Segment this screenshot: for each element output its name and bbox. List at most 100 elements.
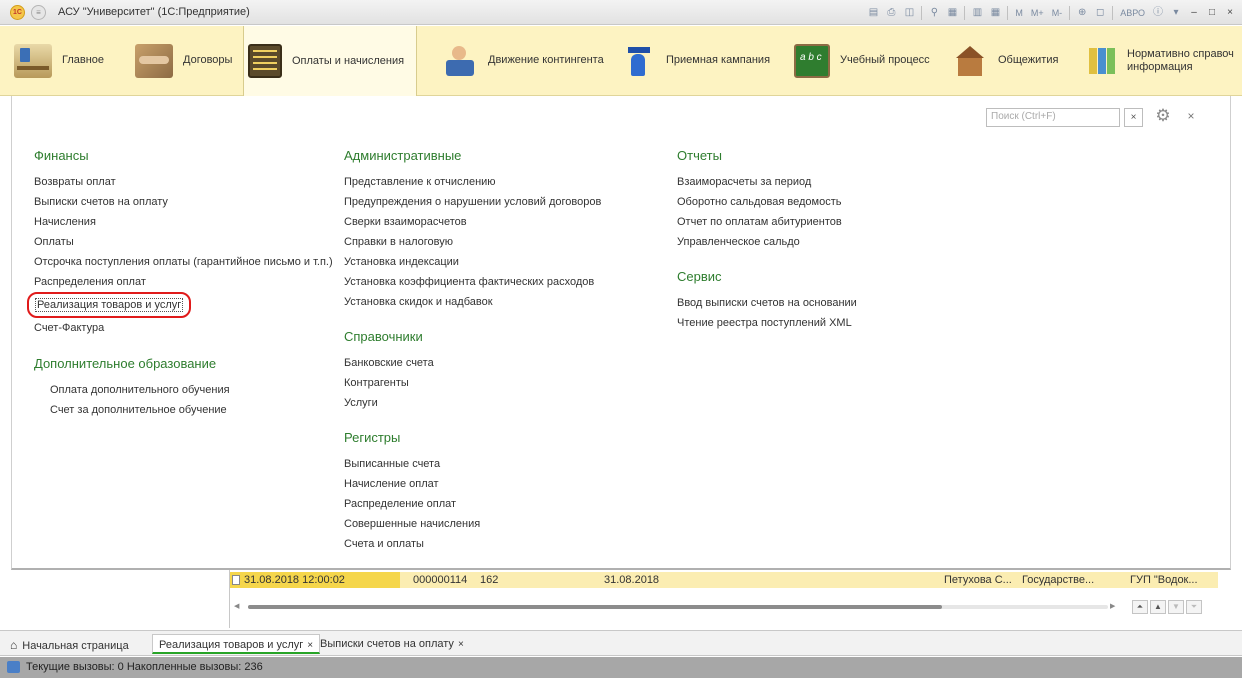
link-tax-certificates[interactable]: Справки в налоговую: [328, 232, 601, 252]
link-services[interactable]: Услуги: [328, 393, 601, 413]
search-input[interactable]: Поиск (Ctrl+F): [986, 108, 1120, 127]
close-tab-icon[interactable]: ×: [307, 640, 313, 651]
cell-number: 000000114: [413, 574, 468, 586]
link-completed-accruals[interactable]: Совершенные начисления: [328, 514, 601, 534]
extra-education-list: Оплата дополнительного обучения Счет за …: [34, 380, 333, 420]
table-icon[interactable]: ▥: [969, 5, 985, 21]
memory-plus-button[interactable]: M+: [1028, 5, 1047, 21]
binders-icon: [1087, 44, 1117, 78]
link-payments[interactable]: Оплаты: [34, 232, 333, 252]
close-tab-icon[interactable]: ×: [458, 639, 464, 650]
dropdown-icon[interactable]: ▾: [1168, 5, 1184, 21]
scroll-left-icon[interactable]: ◀: [234, 602, 239, 610]
cell-type: Государстве...: [1022, 574, 1095, 586]
memory-minus-button[interactable]: M-: [1049, 5, 1066, 21]
tab-home[interactable]: ⌂ Начальная страница: [10, 634, 129, 654]
group-title-service: Сервис: [677, 269, 722, 284]
link-payment-distribution[interactable]: Распределения оплат: [34, 272, 333, 292]
titlebar-toolbar: ▤ ⎙ ◫ ⚲ ▦ ▥ ▦ M M+ M- ⊕ ◻ АВРО ⓘ ▾ – □ ×: [865, 4, 1238, 21]
link-reconciliation[interactable]: Сверки взаиморасчетов: [328, 212, 601, 232]
link-issued-invoices[interactable]: Выписанные счета: [328, 454, 601, 474]
next-row-icon[interactable]: ▼: [1168, 600, 1184, 614]
print-icon[interactable]: ⎙: [883, 5, 899, 21]
last-row-icon[interactable]: ⏷: [1186, 600, 1202, 614]
section-reference[interactable]: Нормативно справоч информация: [1087, 26, 1234, 95]
app-logo-icon[interactable]: 1С: [10, 5, 25, 20]
reports-list: Взаиморасчеты за период Оборотно сальдов…: [661, 172, 857, 252]
graduates-icon: [622, 44, 656, 78]
cell-org: ГУП "Водок...: [1130, 574, 1198, 586]
window-icon[interactable]: ◻: [1092, 5, 1108, 21]
calc-icon[interactable]: ▦: [987, 5, 1003, 21]
link-icon[interactable]: ⚲: [926, 5, 942, 21]
close-window-icon[interactable]: ×: [1222, 5, 1238, 21]
link-counterparties[interactable]: Контрагенты: [328, 373, 601, 393]
link-warnings[interactable]: Предупреждения о нарушении условий догов…: [328, 192, 601, 212]
document-icon: [232, 575, 240, 585]
first-row-icon[interactable]: ⏶: [1132, 600, 1148, 614]
horizontal-scrollbar[interactable]: ◀ ▶: [234, 602, 1115, 612]
link-turnover-balance[interactable]: Оборотно сальдовая ведомость: [661, 192, 857, 212]
link-expulsion[interactable]: Представление к отчислению: [328, 172, 601, 192]
references-list: Банковские счета Контрагенты Услуги: [328, 353, 601, 413]
link-discounts[interactable]: Установка скидок и надбавок: [328, 292, 601, 312]
memory-m-button[interactable]: M: [1012, 5, 1026, 21]
doc-icon[interactable]: ▦: [944, 5, 960, 21]
save-icon[interactable]: ▤: [865, 5, 881, 21]
section-education[interactable]: a b c Учебный процесс: [794, 26, 930, 95]
minimize-icon[interactable]: –: [1186, 5, 1202, 21]
section-main[interactable]: Главное: [14, 26, 104, 95]
user-button[interactable]: АВРО: [1117, 5, 1148, 21]
link-invoices[interactable]: Выписки счетов на оплату: [34, 192, 333, 212]
link-bank-accounts[interactable]: Банковские счета: [328, 353, 601, 373]
registers-list: Выписанные счета Начисление оплат Распре…: [328, 454, 601, 554]
section-payments[interactable]: Оплаты и начисления: [243, 26, 418, 96]
open-windows-bar: ⌂ Начальная страница Реализация товаров и…: [0, 630, 1242, 656]
link-applicant-payments[interactable]: Отчет по оплатам абитуриентов: [661, 212, 857, 232]
link-management-balance[interactable]: Управленческое сальдо: [661, 232, 857, 252]
tab-sales[interactable]: Реализация товаров и услуг ×: [152, 634, 321, 654]
section-label: Общежития: [998, 54, 1059, 66]
link-payment-accruals[interactable]: Начисление оплат: [328, 474, 601, 494]
section-contracts[interactable]: Договоры: [135, 26, 232, 95]
group-title-admin: Административные: [344, 148, 462, 163]
close-icon[interactable]: ×: [1184, 109, 1198, 123]
section-dormitories[interactable]: Общежития: [952, 26, 1058, 95]
gear-icon[interactable]: ⚙: [1153, 106, 1173, 126]
link-settlements-period[interactable]: Взаиморасчеты за период: [661, 172, 857, 192]
link-accruals[interactable]: Начисления: [34, 212, 333, 232]
scroll-right-icon[interactable]: ▶: [1110, 602, 1115, 610]
link-distribution-register[interactable]: Распределение оплат: [328, 494, 601, 514]
link-extra-education-invoice[interactable]: Счет за дополнительное обучение: [34, 400, 333, 420]
cell-code: 162: [480, 574, 499, 586]
cell-date2: 31.08.2018: [604, 574, 660, 586]
zoom-icon[interactable]: ⊕: [1074, 5, 1090, 21]
section-label: Оплаты и начисления: [292, 54, 405, 67]
section-contingent[interactable]: Движение контингента: [444, 26, 604, 95]
link-refunds[interactable]: Возвраты оплат: [34, 172, 333, 192]
link-invoice-input[interactable]: Ввод выписки счетов на основании: [661, 293, 857, 313]
link-invoices-payments[interactable]: Счета и оплаты: [328, 534, 601, 554]
scroll-thumb[interactable]: [248, 605, 942, 609]
tab-invoices[interactable]: Выписки счетов на оплату ×: [320, 634, 464, 654]
link-payment-deferral[interactable]: Отсрочка поступления оплаты (гарантийное…: [34, 252, 333, 272]
prev-row-icon[interactable]: ▲: [1150, 600, 1166, 614]
menu-icon[interactable]: ≡: [31, 5, 46, 20]
info-icon[interactable]: ⓘ: [1150, 5, 1166, 21]
blackboard-icon: a b c: [794, 43, 830, 78]
link-sales-goods-services[interactable]: Реализация товаров и услуг: [27, 292, 333, 318]
section-admission[interactable]: Приемная кампания: [622, 26, 770, 95]
cell-date: 31.08.2018 12:00:02: [230, 572, 400, 588]
maximize-icon[interactable]: □: [1204, 5, 1220, 21]
link-xml-registry[interactable]: Чтение реестра поступлений XML: [661, 313, 857, 333]
cell-date-text: 31.08.2018 12:00:02: [244, 574, 345, 586]
abacus-icon: [248, 44, 282, 78]
preview-icon[interactable]: ◫: [901, 5, 917, 21]
link-invoice-facture[interactable]: Счет-Фактура: [34, 318, 333, 338]
service-list: Ввод выписки счетов на основании Чтение …: [661, 293, 857, 333]
link-indexation[interactable]: Установка индексации: [328, 252, 601, 272]
link-expense-coefficient[interactable]: Установка коэффициента фактических расхо…: [328, 272, 601, 292]
link-extra-education-payment[interactable]: Оплата дополнительного обучения: [34, 380, 333, 400]
clear-search-button[interactable]: ×: [1124, 108, 1143, 127]
table-row[interactable]: 31.08.2018 12:00:02 000000114 162 31.08.…: [230, 572, 1218, 588]
